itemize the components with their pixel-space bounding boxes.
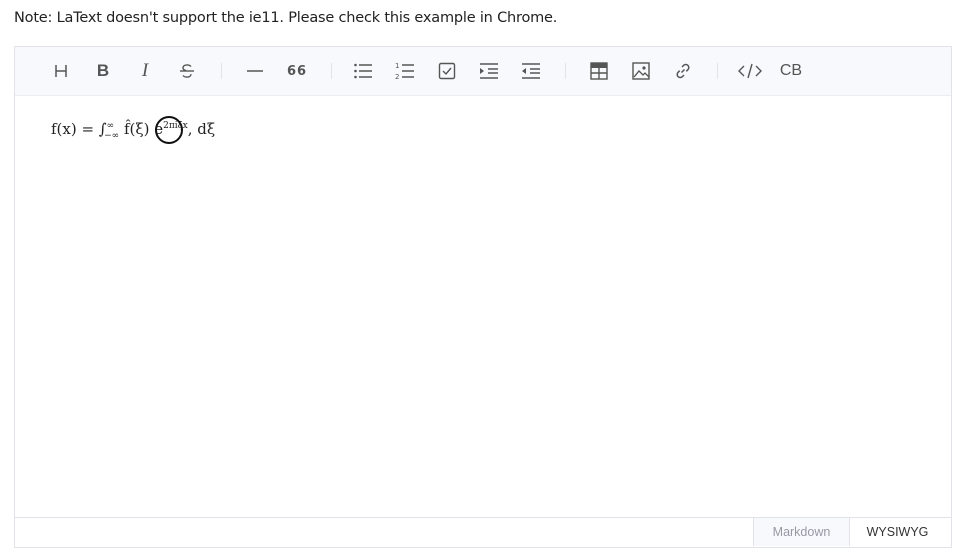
quote-icon: 66 <box>286 63 308 79</box>
toolbar-divider <box>221 63 222 79</box>
formula-upper-limit: ∞ <box>106 121 115 131</box>
markdown-tab[interactable]: Markdown <box>753 518 849 546</box>
editor-content[interactable]: f(x) = ∫∞−∞ f̂(ξ) e2πiξx, dξ <box>15 96 951 518</box>
heading-button[interactable] <box>45 57 77 85</box>
outdent-button[interactable] <box>515 57 547 85</box>
quote-button[interactable]: 66 <box>281 57 313 85</box>
bullet-list-icon <box>354 63 372 79</box>
indent-icon <box>480 63 498 79</box>
formula-tail: , dξ <box>187 120 216 138</box>
latex-formula[interactable]: f(x) = ∫∞−∞ f̂(ξ) e2πiξx, dξ <box>51 120 215 141</box>
toolbar-divider <box>565 63 566 79</box>
formula-lower-limit: −∞ <box>104 131 120 141</box>
custom-block-icon: CB <box>779 62 803 79</box>
svg-text:1: 1 <box>395 62 399 70</box>
wysiwyg-tab[interactable]: WYSIWYG <box>849 518 945 546</box>
italic-button[interactable]: I <box>129 57 161 85</box>
note-text: Note: LaText doesn't support the ie11. P… <box>14 10 558 26</box>
svg-text:2: 2 <box>395 73 399 81</box>
indent-button[interactable] <box>473 57 505 85</box>
code-icon <box>738 63 762 79</box>
bullet-list-button[interactable] <box>347 57 379 85</box>
editor-toolbar: B I 66 1 2 CB <box>15 47 951 96</box>
italic-icon: I <box>141 60 149 81</box>
cursor-highlight <box>155 116 183 144</box>
toolbar-divider <box>331 63 332 79</box>
image-icon <box>632 62 650 80</box>
markdown-editor: B I 66 1 2 CB f(x) = ∫∞−∞ f̂(ξ) e2πiξx, … <box>14 46 952 548</box>
formula-prefix: f(x) = ∫ <box>51 120 107 138</box>
checkbox-icon <box>438 62 456 80</box>
link-icon <box>676 63 690 79</box>
bold-icon: B <box>96 61 110 80</box>
strikethrough-icon <box>180 64 194 78</box>
task-list-button[interactable] <box>431 57 463 85</box>
heading-icon <box>55 65 67 77</box>
formula-integrand: f̂(ξ) <box>119 120 150 138</box>
ordered-list-icon: 1 2 <box>395 62 414 81</box>
toolbar-divider <box>717 63 718 79</box>
mode-switch-bar: Markdown WYSIWYG <box>15 517 951 547</box>
table-button[interactable] <box>583 57 615 85</box>
bold-button[interactable]: B <box>87 57 119 85</box>
image-button[interactable] <box>625 57 657 85</box>
table-icon <box>590 62 608 80</box>
custom-block-button[interactable]: CB <box>775 57 807 85</box>
link-button[interactable] <box>667 57 699 85</box>
horizontal-rule-icon <box>247 70 263 72</box>
code-block-button[interactable] <box>734 57 766 85</box>
horizontal-line-button[interactable] <box>239 57 271 85</box>
outdent-icon <box>522 63 540 79</box>
ordered-list-button[interactable]: 1 2 <box>389 57 421 85</box>
strike-button[interactable] <box>171 57 203 85</box>
